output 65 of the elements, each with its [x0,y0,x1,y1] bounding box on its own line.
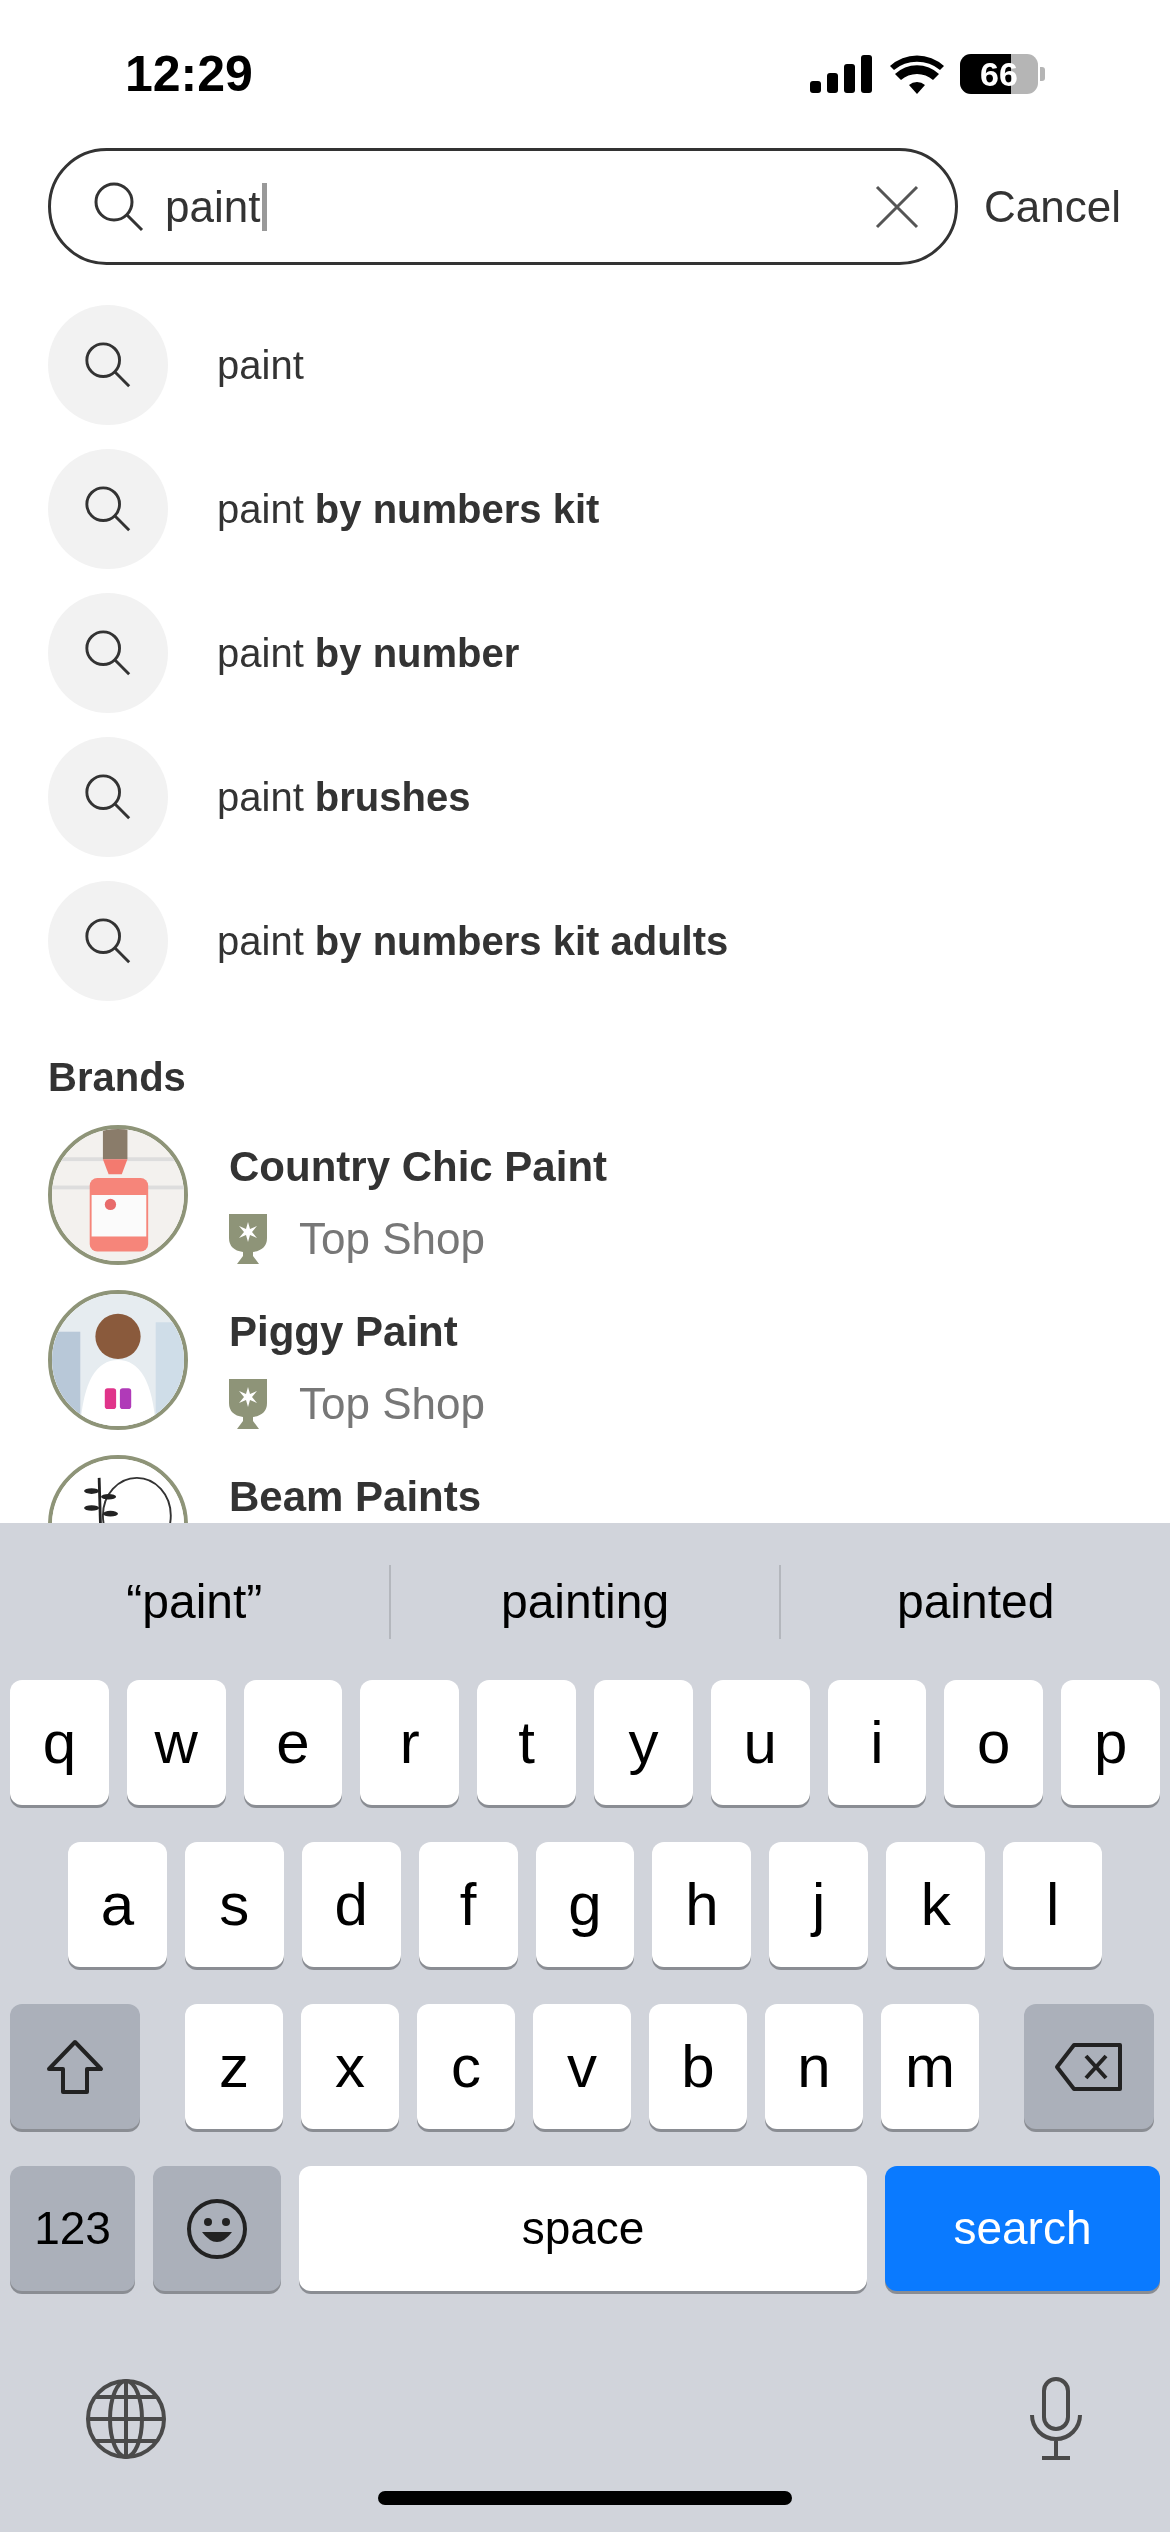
letter-key[interactable]: m [881,2004,979,2129]
badge-icon [229,1214,267,1264]
brand-name[interactable]: Country Chic Paint [229,1135,608,1198]
letter-key[interactable]: f [418,1842,518,1967]
letter-key[interactable]: l [1003,1842,1102,1967]
search-icon [93,180,145,233]
letter-key[interactable]: d [301,1842,401,1967]
letter-key[interactable]: v [533,2004,631,2129]
word-suggestion[interactable]: “paint” [0,1565,389,1638]
text-cursor [262,182,268,231]
top-shop-label: Top Shop [299,1378,485,1430]
letter-key[interactable]: b [649,2004,747,2129]
shift-key[interactable] [10,2004,140,2129]
top-shop-label: Top Shop [299,1213,485,1265]
space-key[interactable]: space [299,2166,867,2291]
letter-key[interactable]: k [886,1842,986,1967]
search-key[interactable]: search [885,2166,1160,2291]
letter-key[interactable]: w [126,1680,226,1805]
brand-name[interactable]: Piggy Paint [229,1300,485,1363]
wifi-icon [890,54,944,94]
letter-key[interactable]: q [10,1680,109,1805]
letter-key[interactable]: h [652,1842,752,1967]
search-suggestion[interactable]: paint brushes [217,767,471,827]
search-icon [83,628,133,678]
letter-key[interactable]: p [1061,1680,1160,1805]
search-suggestion[interactable]: paint by numbers kit [217,479,600,539]
letter-key[interactable]: t [477,1680,576,1805]
cancel-button[interactable]: Cancel [984,148,1121,265]
letter-key[interactable]: z [185,2004,283,2129]
shift-icon [45,2038,105,2095]
numbers-key[interactable]: 123 [10,2166,135,2291]
search-suggestion[interactable]: paint by numbers kit adults [217,911,729,971]
letter-key[interactable]: s [184,1842,284,1967]
signal-icon [810,55,872,93]
delete-key[interactable] [1024,2004,1154,2129]
status-time: 12:29 [125,44,253,104]
search-field[interactable]: paint [48,148,958,265]
search-icon [83,484,133,534]
word-suggestion[interactable]: painting [390,1565,780,1638]
badge-icon [229,1379,267,1429]
letter-key[interactable]: o [944,1680,1044,1805]
letter-key[interactable]: g [535,1842,635,1967]
search-icon [83,916,133,966]
brand-name[interactable]: Beam Paints [229,1465,482,1523]
backspace-icon [1054,2041,1124,2092]
letter-key[interactable]: u [710,1680,810,1805]
letter-key[interactable]: y [594,1680,693,1805]
word-suggestion[interactable]: painted [781,1565,1170,1638]
letter-key[interactable]: e [243,1680,343,1805]
globe-icon[interactable] [84,2377,168,2461]
letter-key[interactable]: n [765,2004,863,2129]
search-suggestion[interactable]: paint [217,335,304,395]
search-icon [83,340,133,390]
clear-icon[interactable] [875,184,919,229]
search-suggestion[interactable]: paint by number [217,623,520,683]
letter-key[interactable]: j [769,1842,869,1967]
section-heading: Brands [48,1054,186,1101]
letter-key[interactable]: i [827,1680,927,1805]
letter-key[interactable]: r [360,1680,460,1805]
emoji-key[interactable] [153,2166,281,2291]
emoji-icon [186,2197,248,2260]
letter-key[interactable]: x [301,2004,399,2129]
letter-key[interactable]: c [417,2004,515,2129]
letter-key[interactable]: a [68,1842,167,1967]
search-icon [83,772,133,822]
